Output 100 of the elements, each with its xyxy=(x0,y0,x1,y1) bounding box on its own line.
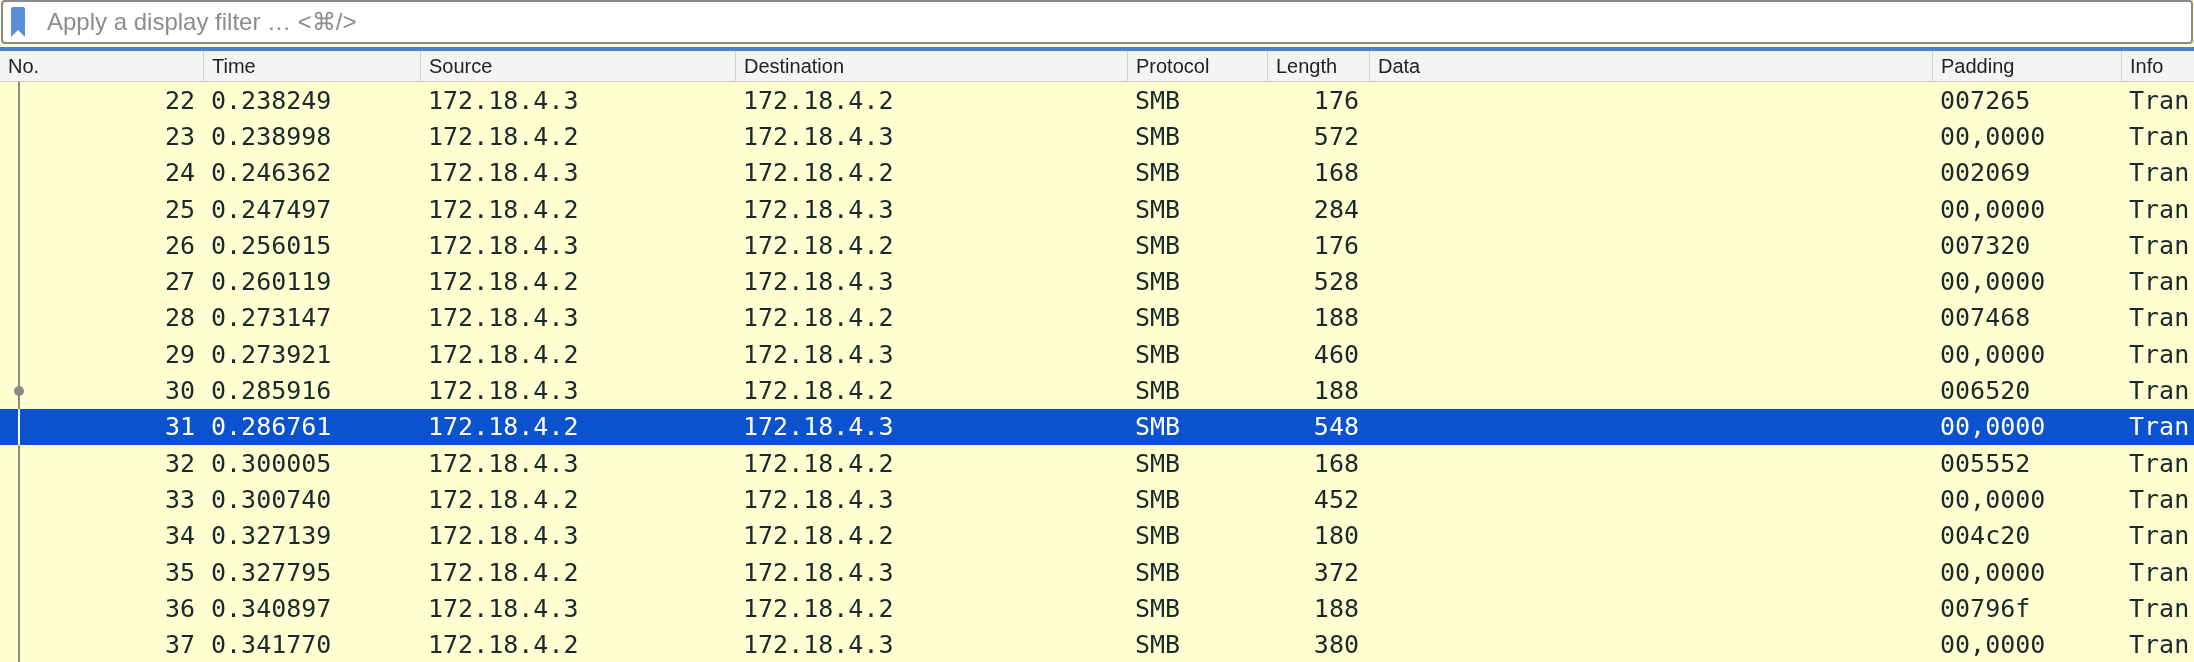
table-cell: SMB xyxy=(1135,303,1181,333)
packet-row[interactable]: 34 0.327139 172.18.4.3 172.18.4.2 SMB 180 004c20 Tran xyxy=(0,517,2194,554)
table-cell: Tran xyxy=(2129,557,2190,587)
table-cell: 002069 xyxy=(1940,158,2031,188)
column-header[interactable]: Destination xyxy=(735,51,1127,81)
table-cell: 460 xyxy=(1313,339,1359,369)
column-header[interactable]: Length xyxy=(1267,51,1369,81)
table-cell: 172.18.4.3 xyxy=(428,158,579,188)
column-header[interactable]: No. xyxy=(0,51,203,81)
table-cell: Tran xyxy=(2129,412,2190,442)
table-cell: 0.340897 xyxy=(211,593,332,623)
table-cell: 24 xyxy=(164,158,195,188)
table-cell: 0.273921 xyxy=(211,339,332,369)
table-cell: 007265 xyxy=(1940,85,2031,115)
table-cell: 176 xyxy=(1313,230,1359,260)
packet-row[interactable]: 36 0.340897 172.18.4.3 172.18.4.2 SMB 188 00796f Tran xyxy=(0,590,2194,627)
table-cell: 30 xyxy=(164,376,195,405)
packet-row[interactable]: 30 0.285916 172.18.4.3 172.18.4.2 SMB 188 006520 Tran xyxy=(0,372,2194,409)
table-cell: 005552 xyxy=(1940,448,2031,478)
table-cell: 00,0000 xyxy=(1940,484,2046,514)
table-cell: 172.18.4.3 xyxy=(743,557,894,587)
packet-row[interactable]: 32 0.300005 172.18.4.3 172.18.4.2 SMB 168 005552 Tran xyxy=(0,444,2194,482)
table-cell: 528 xyxy=(1313,267,1359,297)
table-cell: Tran xyxy=(2129,521,2190,551)
column-header[interactable]: Data xyxy=(1369,51,1932,81)
table-cell: 172.18.4.3 xyxy=(428,85,579,115)
packet-row[interactable]: 35 0.327795 172.18.4.2 172.18.4.3 SMB 372 00,0000 Tran xyxy=(0,553,2194,591)
packet-row[interactable]: 24 0.246362 172.18.4.3 172.18.4.2 SMB 168 002069 Tran xyxy=(0,154,2194,191)
table-cell: Tran xyxy=(2129,593,2190,623)
table-cell: 23 xyxy=(164,121,195,151)
packet-row[interactable]: 23 0.238998 172.18.4.2 172.18.4.3 SMB 572 00,0000 Tran xyxy=(0,118,2194,155)
table-cell: SMB xyxy=(1135,521,1181,551)
table-cell: 172.18.4.3 xyxy=(743,194,894,224)
packet-row[interactable]: 37 0.341770 172.18.4.2 172.18.4.3 SMB 380 00,0000 Tran xyxy=(0,626,2194,662)
table-cell: 00,0000 xyxy=(1940,557,2046,587)
table-cell: 00,0000 xyxy=(1940,630,2046,660)
table-cell: 0.341770 xyxy=(211,630,332,660)
table-cell: 0.300740 xyxy=(211,484,332,514)
table-cell: 0.273147 xyxy=(211,303,332,333)
table-cell: 168 xyxy=(1313,158,1359,188)
table-cell: 172.18.4.3 xyxy=(743,484,894,514)
table-cell: 00,0000 xyxy=(1940,194,2046,224)
table-cell: 172.18.4.3 xyxy=(428,230,579,260)
table-cell: 25 xyxy=(164,194,195,224)
table-cell: 284 xyxy=(1313,194,1359,224)
table-cell: 172.18.4.2 xyxy=(428,194,579,224)
table-cell: 572 xyxy=(1313,121,1359,151)
table-cell: 172.18.4.3 xyxy=(743,412,894,442)
packet-row[interactable]: 28 0.273147 172.18.4.3 172.18.4.2 SMB 188 007468 Tran xyxy=(0,299,2194,337)
table-cell: 188 xyxy=(1313,593,1359,623)
table-cell: 0.286761 xyxy=(211,412,332,442)
column-header[interactable]: Time xyxy=(203,51,420,81)
table-cell: Tran xyxy=(2129,267,2190,297)
packet-row[interactable]: 25 0.247497 172.18.4.2 172.18.4.3 SMB 284 00,0000 Tran xyxy=(0,190,2194,228)
table-cell: 188 xyxy=(1313,303,1359,333)
table-cell: 172.18.4.2 xyxy=(743,593,894,623)
table-cell: 172.18.4.2 xyxy=(428,630,579,660)
table-cell: 27 xyxy=(164,267,195,297)
packet-row[interactable]: 26 0.256015 172.18.4.3 172.18.4.2 SMB 176 007320 Tran xyxy=(0,227,2194,264)
table-cell: SMB xyxy=(1135,339,1181,369)
table-cell: 172.18.4.2 xyxy=(743,158,894,188)
packet-row[interactable]: 31 0.286761 172.18.4.2 172.18.4.3 SMB 548 00,0000 Tran xyxy=(0,408,2194,445)
table-cell: 172.18.4.3 xyxy=(743,267,894,297)
packet-row[interactable]: 27 0.260119 172.18.4.2 172.18.4.3 SMB 528 00,0000 Tran xyxy=(0,263,2194,300)
table-cell: 0.260119 xyxy=(211,267,332,297)
packet-row[interactable]: 22 0.238249 172.18.4.3 172.18.4.2 SMB 176 007265 Tran xyxy=(0,82,2194,119)
table-cell: 29 xyxy=(164,339,195,369)
column-header[interactable]: Source xyxy=(420,51,735,81)
table-cell: 372 xyxy=(1313,557,1359,587)
table-cell: 0.285916 xyxy=(211,376,332,405)
table-cell: 172.18.4.2 xyxy=(428,267,579,297)
table-cell: 004c20 xyxy=(1940,521,2031,551)
column-header[interactable]: Padding xyxy=(1932,51,2121,81)
table-cell: Tran xyxy=(2129,158,2190,188)
table-cell: 172.18.4.3 xyxy=(428,521,579,551)
table-cell: 37 xyxy=(164,630,195,660)
packet-row[interactable]: 33 0.300740 172.18.4.2 172.18.4.3 SMB 452 00,0000 Tran xyxy=(0,481,2194,518)
table-cell: 452 xyxy=(1313,484,1359,514)
table-cell: Tran xyxy=(2129,194,2190,224)
table-cell: 28 xyxy=(164,303,195,333)
table-cell: 34 xyxy=(164,521,195,551)
table-cell: 172.18.4.2 xyxy=(743,521,894,551)
table-cell: 176 xyxy=(1313,85,1359,115)
column-header[interactable]: Info xyxy=(2121,51,2194,81)
table-cell: 172.18.4.3 xyxy=(428,303,579,333)
table-cell: 22 xyxy=(164,85,195,115)
bookmark-icon[interactable] xyxy=(10,7,26,37)
table-cell: Tran xyxy=(2129,448,2190,478)
table-cell: 188 xyxy=(1313,376,1359,405)
table-cell: 0.327795 xyxy=(211,557,332,587)
column-header[interactable]: Protocol xyxy=(1127,51,1267,81)
table-cell: Tran xyxy=(2129,339,2190,369)
packet-row[interactable]: 29 0.273921 172.18.4.2 172.18.4.3 SMB 460 00,0000 Tran xyxy=(0,336,2194,373)
table-cell: 35 xyxy=(164,557,195,587)
table-cell: 00,0000 xyxy=(1940,121,2046,151)
table-cell: 172.18.4.3 xyxy=(743,339,894,369)
display-filter-field[interactable]: Apply a display filter … <⌘/> xyxy=(1,0,2193,44)
table-cell: 0.300005 xyxy=(211,448,332,478)
table-cell: 380 xyxy=(1313,630,1359,660)
table-cell: 006520 xyxy=(1940,376,2031,405)
